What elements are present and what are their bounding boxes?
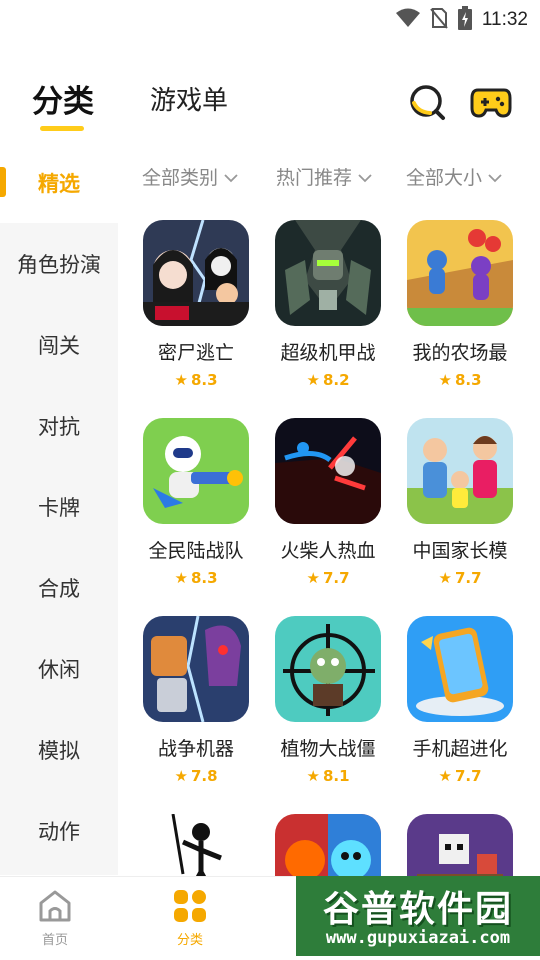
game-card[interactable]: 火柴人热血 ★ 7.7 [273,418,383,587]
game-name: 火柴人热血 [280,540,376,562]
filter-popular[interactable]: 热门推荐 [276,163,372,190]
game-name: 密尸逃亡 [157,342,234,364]
no-sim-icon [430,7,448,33]
game-icon-parent [407,418,513,524]
sidebar-item-label: 卡牌 [38,496,80,520]
sidebar-item-merge[interactable]: 合成 [0,548,118,628]
game-icon-plants-zombies [275,616,381,722]
game-rating: ★ 8.3 [438,371,482,389]
sidebar-item-label: 闯关 [38,334,80,358]
home-icon [39,890,71,922]
game-card[interactable]: 植物大战僵 ★ 8.1 [273,616,383,785]
star-icon: ★ [174,569,188,587]
sidebar-item-versus[interactable]: 对抗 [0,386,118,466]
header: 分类 游戏单 [0,70,540,140]
game-rating: ★ 7.7 [438,569,482,587]
star-icon: ★ [438,767,452,785]
chevron-down-icon [488,173,502,182]
sidebar-item-label: 角色扮演 [17,253,101,277]
category-grid-icon [174,890,206,922]
star-icon: ★ [438,569,452,587]
game-rating: ★ 8.2 [306,371,350,389]
game-rating: ★ 7.7 [438,767,482,785]
sidebar-item-label: 模拟 [38,739,80,763]
nav-home-label: 首页 [41,933,68,948]
game-name: 植物大战僵 [280,738,376,760]
star-icon: ★ [174,371,188,389]
battery-charging-icon [457,6,472,34]
filter-label: 全部类别 [142,167,219,189]
watermark-title: 谷普软件园 [322,889,513,930]
category-sidebar: 精选 角色扮演 闯关 对抗 卡牌 合成 休闲 模拟 动作 [0,143,118,875]
star-icon: ★ [438,371,452,389]
game-name: 手机超进化 [412,738,508,760]
sidebar-item-label: 对抗 [38,415,80,439]
game-card[interactable]: 全民陆战队 ★ 8.3 [141,418,251,587]
tab-category[interactable]: 分类 [32,76,94,121]
sidebar-item-levels[interactable]: 闯关 [0,305,118,385]
game-card[interactable]: 战争机器 ★ 7.8 [141,616,251,785]
filter-label: 全部大小 [406,167,483,189]
sidebar-item-label: 动作 [38,820,80,844]
game-name: 战争机器 [157,738,234,760]
watermark: 谷普软件园 www.gupuxiazai.com [296,876,540,956]
game-icon-marines [143,418,249,524]
chevron-down-icon [224,173,238,182]
sidebar-item-label: 合成 [38,577,80,601]
star-icon: ★ [306,767,320,785]
star-icon: ★ [306,371,320,389]
nav-category-label: 分类 [176,933,203,948]
sidebar-item-action[interactable]: 动作 [0,791,118,871]
sidebar-item-featured[interactable]: 精选 [0,143,118,223]
star-icon: ★ [306,569,320,587]
filter-label: 热门推荐 [276,167,353,189]
sidebar-item-cards[interactable]: 卡牌 [0,467,118,547]
nav-home[interactable]: 首页 [20,889,90,948]
sidebar-item-label: 休闲 [38,658,80,682]
tab-game-list[interactable]: 游戏单 [150,80,228,117]
filter-size[interactable]: 全部大小 [406,163,502,190]
game-card[interactable]: 超级机甲战 ★ 8.2 [273,220,383,389]
status-icons: 11:32 [395,6,528,34]
sidebar-item-rpg[interactable]: 角色扮演 [0,224,118,304]
sidebar-item-simulation[interactable]: 模拟 [0,710,118,790]
nav-category[interactable]: 分类 [155,889,225,948]
game-card[interactable]: 密尸逃亡 ★ 8.3 [141,220,251,389]
game-rating: ★ 8.1 [306,767,350,785]
game-rating: ★ 8.3 [174,569,218,587]
search-icon[interactable] [408,82,448,122]
game-icon-war-machine [143,616,249,722]
game-icon-phone-evolve [407,616,513,722]
watermark-url: www.gupuxiazai.com [325,928,511,948]
filter-category[interactable]: 全部类别 [142,163,238,190]
game-icon-farm [407,220,513,326]
game-card[interactable]: 我的农场最 ★ 8.3 [405,220,515,389]
game-rating: ★ 8.3 [174,371,218,389]
game-name: 中国家长模 [412,540,508,562]
wifi-icon [395,8,420,32]
tab-active-underline [40,126,84,131]
game-rating: ★ 7.7 [306,569,350,587]
game-rating: ★ 7.8 [174,767,218,785]
sidebar-item-label: 精选 [38,172,80,196]
game-icon-stickman [275,418,381,524]
status-bar: 11:32 [0,0,540,36]
status-time: 11:32 [481,9,528,30]
game-card[interactable]: 中国家长模 ★ 7.7 [405,418,515,587]
game-icon-mecha [275,220,381,326]
chevron-down-icon [358,173,372,182]
sidebar-item-casual[interactable]: 休闲 [0,629,118,709]
game-name: 超级机甲战 [280,342,376,364]
gamepad-icon[interactable] [470,82,512,122]
game-name: 我的农场最 [412,342,508,364]
star-icon: ★ [174,767,188,785]
game-icon-escape [143,220,249,326]
game-card[interactable]: 手机超进化 ★ 7.7 [405,616,515,785]
game-name: 全民陆战队 [148,540,244,562]
active-indicator [0,167,6,197]
